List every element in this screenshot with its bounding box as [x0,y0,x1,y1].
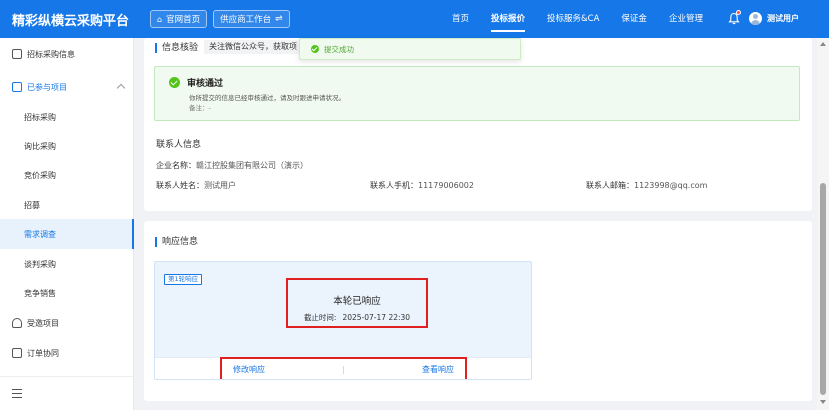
modify-response-button[interactable]: 修改响应 [233,364,265,375]
page-scrollbar[interactable] [817,38,829,410]
response-status: 本轮已响应 [333,296,381,307]
company-value: 赣江控股集团有限公司（演示） [196,161,308,170]
folder-icon [12,82,22,92]
document-icon [12,348,22,358]
nav-home[interactable]: 首页 [452,0,469,38]
response-round-card: 第1轮响应 本轮已响应 截止时间: 2025-07-17 22:30 修改响应 查… [154,261,532,380]
approval-status-panel: 审核通过 你所提交的信息已经审核通过，请及时跟进申请状况。 备注：- [154,66,800,121]
notification-dot [736,10,741,15]
briefcase-icon [12,49,22,59]
scroll-up-icon[interactable] [820,42,826,46]
deadline-value: 2025-07-17 22:30 [342,313,411,322]
sidebar-item-competitive-sale[interactable]: 竞争销售 [0,278,134,308]
chevron-up-icon [116,83,126,93]
contact-name-label: 联系人姓名： [156,181,204,190]
sidebar-item-order-collab[interactable]: 订单协同 [0,338,134,368]
check-circle-icon [169,77,180,88]
sidebar-item-inquiry[interactable]: 询比采购 [0,131,134,161]
contact-email-value: 1123998@qq.com [634,181,708,190]
sidebar-item-bidding[interactable]: 招标采购 [0,102,134,132]
deadline: 截止时间: 2025-07-17 22:30 [288,312,426,323]
contact-phone-label: 联系人手机： [370,181,418,190]
sidebar-item-label: 订单协同 [27,348,59,358]
nav-deposit[interactable]: 保证金 [621,0,647,38]
home-button[interactable]: ⌂ 官网首页 [150,10,208,28]
menu-collapse-icon[interactable] [12,389,22,398]
switch-icon: ⇌ [275,14,283,24]
contact-name-field: 联系人姓名：测试用户 [156,180,236,191]
contact-phone-value: 11179006002 [418,181,474,190]
status-highlight-frame: 本轮已响应 截止时间: 2025-07-17 22:30 [286,278,428,328]
sidebar-group-participated[interactable]: 已参与项目 [0,72,134,102]
company-field: 企业名称：赣江控股集团有限公司（演示） [156,160,308,171]
view-response-button[interactable]: 查看响应 [422,364,454,375]
main-content: 信息核验 关注微信公众号，获取项 审核通过 你所提交的信息已经审核通过，请及时跟… [134,38,817,410]
avatar[interactable] [749,12,762,25]
success-toast: 提交成功 [299,38,521,60]
check-circle-icon [311,45,319,53]
approval-note: 备注：- [189,104,211,112]
company-label: 企业名称： [156,161,196,170]
brand-title: 精彩纵横云采购平台 [12,13,130,29]
contact-email-label: 联系人邮箱： [586,181,634,190]
section-title: 响应信息 [155,237,198,247]
sidebar-item-demand-survey[interactable]: 需求调查 [0,219,134,249]
contact-heading: 联系人信息 [156,140,202,150]
round-tag: 第1轮响应 [164,274,203,285]
info-verify-card: 信息核验 关注微信公众号，获取项 审核通过 你所提交的信息已经审核通过，请及时跟… [144,38,812,211]
deadline-label: 截止时间: [303,313,337,322]
sidebar-item-auction[interactable]: 竞价采购 [0,160,134,190]
nav-bid-service-ca[interactable]: 投标服务&CA [547,0,599,38]
workbench-button[interactable]: 供应商工作台 ⇌ [213,10,290,28]
contact-email-field: 联系人邮箱：1123998@qq.com [586,180,707,191]
section-title: 信息核验 [155,43,198,53]
action-divider [343,366,344,374]
sidebar: 招标采购信息 已参与项目 招标采购 询比采购 竞价采购 招募 需求调查 谈判采购… [0,38,134,410]
nav-enterprise[interactable]: 企业管理 [669,0,703,38]
sidebar-item-bid-info[interactable]: 招标采购信息 [0,39,134,69]
sidebar-item-recruit[interactable]: 招募 [0,190,134,220]
sidebar-item-negotiation[interactable]: 谈判采购 [0,249,134,279]
sidebar-item-label: 招标采购信息 [27,49,75,59]
response-info-card: 响应信息 第1轮响应 本轮已响应 截止时间: 2025-07-17 22:30 修… [144,221,812,401]
nav-bidding[interactable]: 投标报价 [491,0,526,38]
contact-name-value: 测试用户 [204,181,236,190]
approval-title: 审核通过 [187,79,224,89]
actions-highlight-frame: 修改响应 查看响应 [220,357,467,379]
sidebar-item-label: 受邀项目 [27,318,59,328]
top-header: 精彩纵横云采购平台 ⌂ 官网首页 供应商工作台 ⇌ 首页 投标报价 投标服务&C… [0,0,829,38]
approval-description: 你所提交的信息已经审核通过，请及时跟进申请状况。 [189,94,345,102]
user-name[interactable]: 测试用户 [767,0,799,38]
sidebar-footer [0,376,134,410]
scroll-down-icon[interactable] [820,400,826,404]
sidebar-item-invited[interactable]: 受邀项目 [0,308,134,338]
home-button-label: 官网首页 [166,15,201,25]
sidebar-group-label: 已参与项目 [27,82,67,92]
workbench-button-label: 供应商工作台 [220,15,272,25]
scroll-thumb[interactable] [820,183,826,395]
home-icon: ⌂ [157,14,163,24]
main-nav: 首页 投标报价 投标服务&CA 保证金 企业管理 [452,0,725,38]
contact-phone-field: 联系人手机：11179006002 [370,180,474,191]
toast-message: 提交成功 [324,45,354,54]
award-icon [12,318,22,328]
